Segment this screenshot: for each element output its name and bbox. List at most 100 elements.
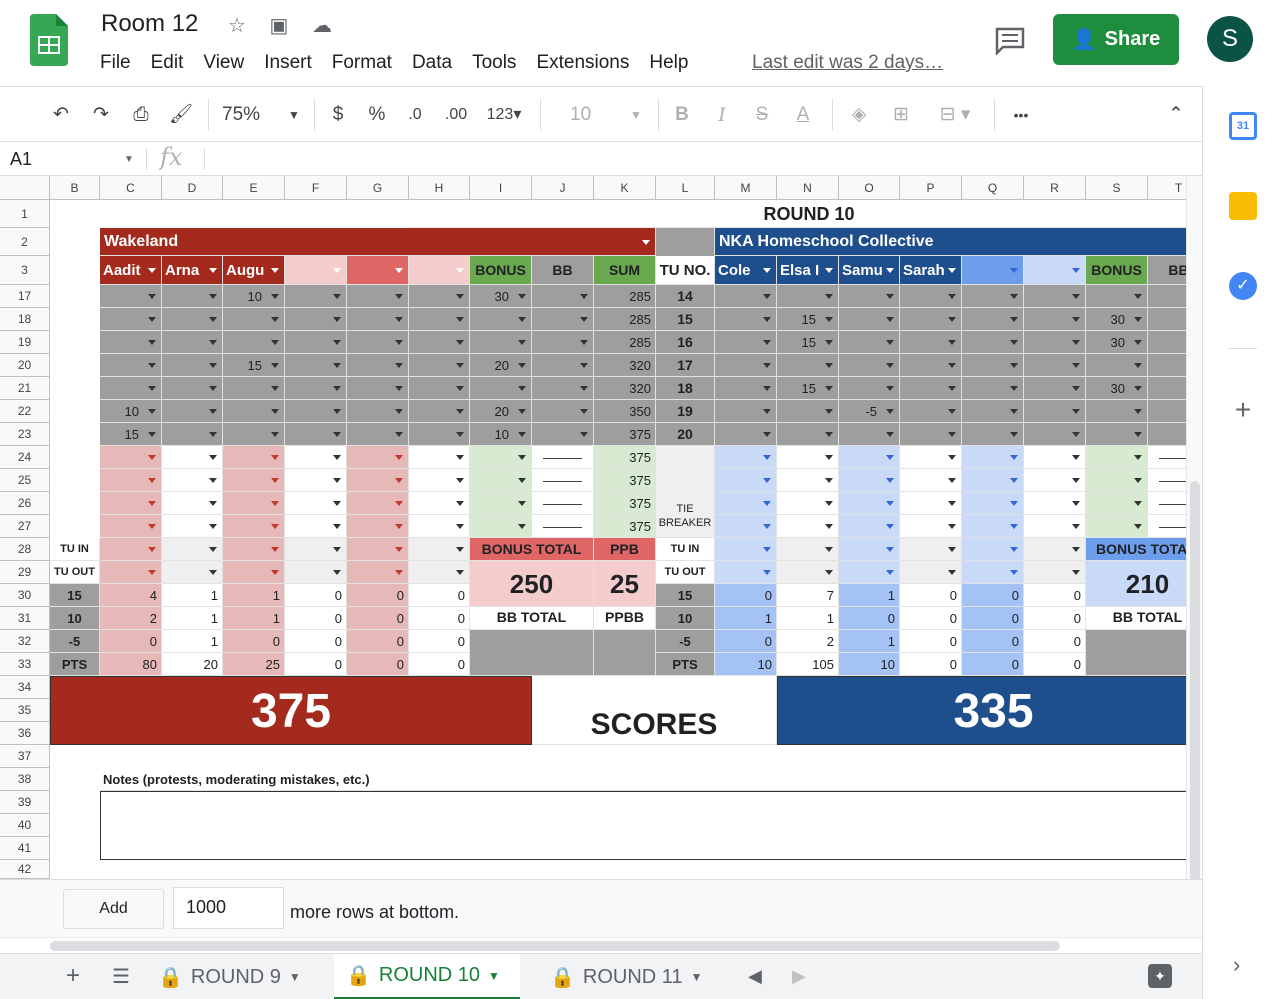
team2-tu-cell[interactable]: -5	[839, 400, 900, 423]
vertical-scrollbar[interactable]	[1186, 176, 1202, 886]
column-header[interactable]: K	[594, 176, 656, 200]
team2-tu-cell[interactable]	[715, 469, 777, 492]
team2-bb-cell[interactable]: ———	[1148, 515, 1186, 538]
team2-bb-cell[interactable]	[1148, 331, 1186, 354]
team2-tu-cell[interactable]	[777, 469, 839, 492]
team1-tu-cell[interactable]	[409, 492, 470, 515]
team1-tu-cell[interactable]	[347, 446, 409, 469]
team2-tu-cell[interactable]	[1024, 400, 1086, 423]
team2-tu-cell[interactable]: 15	[777, 331, 839, 354]
team1-stat-cell[interactable]: 20	[162, 653, 223, 676]
column-header[interactable]: T	[1148, 176, 1186, 200]
team1-tu-cell[interactable]	[347, 400, 409, 423]
add-rows-button[interactable]: Add	[63, 889, 164, 929]
team1-ppbb-label[interactable]: PPBB	[594, 607, 656, 630]
percent-format-button[interactable]: %	[366, 101, 388, 129]
team2-tu-in-label[interactable]: TU IN	[656, 538, 715, 561]
team2-player-5[interactable]	[962, 256, 1024, 285]
team2-bb-total-label[interactable]: BB TOTAL	[1086, 607, 1186, 630]
team1-ppb[interactable]: 25	[594, 561, 656, 607]
team1-tu-cell[interactable]	[223, 515, 285, 538]
team2-tu-cell[interactable]	[962, 285, 1024, 308]
column-header[interactable]: C	[100, 176, 162, 200]
team1-tu-cell[interactable]	[285, 423, 347, 446]
team1-bonus-cell[interactable]	[470, 515, 532, 538]
team1-tu-out-cell[interactable]	[162, 561, 223, 584]
team2-bonus-cell[interactable]	[1086, 400, 1148, 423]
team1-bonus-cell[interactable]	[470, 308, 532, 331]
team1-sum-cell[interactable]: 285	[594, 308, 656, 331]
team2-stat-cell[interactable]: 0	[900, 653, 962, 676]
team2-stat-cell[interactable]: 1	[839, 630, 900, 653]
team1-sum-cell[interactable]: 350	[594, 400, 656, 423]
team2-stat-cell[interactable]: 0	[839, 607, 900, 630]
team2-tu-cell[interactable]	[900, 446, 962, 469]
notes-box[interactable]	[100, 791, 1186, 860]
team2-tu-cell[interactable]	[839, 308, 900, 331]
team2-bb-cell[interactable]	[1148, 285, 1186, 308]
rows-count-input[interactable]: 1000	[173, 887, 284, 929]
team1-tu-cell[interactable]	[162, 423, 223, 446]
team1-sum-cell[interactable]: 320	[594, 377, 656, 400]
team1-tu-in-cell[interactable]	[162, 538, 223, 561]
team2-tu-cell[interactable]	[839, 423, 900, 446]
team2-bb-cell[interactable]	[1148, 423, 1186, 446]
team2-tu-in-cell[interactable]	[900, 538, 962, 561]
column-header[interactable]: P	[900, 176, 962, 200]
team1-tu-cell[interactable]	[409, 308, 470, 331]
tu-no-header[interactable]: TU NO.	[656, 256, 715, 285]
team2-tu-cell[interactable]	[962, 331, 1024, 354]
team1-tu-cell[interactable]	[100, 469, 162, 492]
team1-tu-cell[interactable]	[223, 331, 285, 354]
team2-tu-cell[interactable]: 15	[777, 308, 839, 331]
round-title[interactable]: ROUND 10	[409, 200, 1186, 228]
spreadsheet-grid[interactable]: B C D E F G H I J K L M N O P Q R S T 1 2 3 17 18 19 20 21 22 23 24 25…	[0, 176, 1186, 879]
team2-tu-cell[interactable]	[715, 354, 777, 377]
text-color-button[interactable]: A	[790, 101, 816, 129]
row-header[interactable]: 2	[0, 228, 50, 256]
team1-tu-cell[interactable]	[409, 377, 470, 400]
team2-tu-cell[interactable]	[1024, 423, 1086, 446]
column-header[interactable]: F	[285, 176, 347, 200]
team2-player-3[interactable]: Samu	[839, 256, 900, 285]
paint-format-icon[interactable]: 🖌	[168, 101, 194, 129]
team2-bonus-cell[interactable]	[1086, 515, 1148, 538]
team1-sum-cell[interactable]: 320	[594, 354, 656, 377]
team2-stat-label[interactable]: PTS	[656, 653, 715, 676]
borders-icon[interactable]: ⊞	[888, 101, 914, 129]
team2-tu-out-cell[interactable]	[777, 561, 839, 584]
team2-stat-cell[interactable]: 10	[715, 653, 777, 676]
team1-player-1[interactable]: Aadit	[100, 256, 162, 285]
name-box[interactable]: A1	[10, 149, 32, 170]
team2-tu-cell[interactable]	[962, 446, 1024, 469]
team1-stat-cell[interactable]: 0	[285, 607, 347, 630]
tu-number-cell[interactable]: 16	[656, 331, 715, 354]
team2-stat-cell[interactable]: 1	[839, 584, 900, 607]
team1-tu-out-cell[interactable]	[409, 561, 470, 584]
team2-name[interactable]: NKA Homeschool Collective	[715, 228, 1186, 256]
team2-tu-cell[interactable]	[962, 377, 1024, 400]
team1-tu-cell[interactable]	[162, 469, 223, 492]
team1-stat-cell[interactable]: 0	[409, 630, 470, 653]
team2-stat-cell[interactable]: 0	[900, 607, 962, 630]
team1-tu-cell[interactable]	[347, 492, 409, 515]
team1-tu-cell[interactable]	[162, 400, 223, 423]
share-button[interactable]: 👤 Share	[1053, 14, 1179, 65]
column-header[interactable]: L	[656, 176, 715, 200]
team2-tu-cell[interactable]	[839, 377, 900, 400]
column-header[interactable]: B	[50, 176, 100, 200]
undo-icon[interactable]: ↶	[48, 101, 74, 129]
team1-stat-label[interactable]: 10	[50, 607, 100, 630]
team2-tu-cell[interactable]	[900, 492, 962, 515]
team1-stat-cell[interactable]: 2	[100, 607, 162, 630]
team2-tu-cell[interactable]	[777, 400, 839, 423]
team2-tu-cell[interactable]	[839, 354, 900, 377]
team1-sum-cell[interactable]: 375	[594, 446, 656, 469]
team2-bonus-cell[interactable]	[1086, 446, 1148, 469]
team1-tu-cell[interactable]	[347, 354, 409, 377]
team1-name[interactable]: Wakeland	[100, 228, 656, 256]
document-title[interactable]: Room 12	[101, 10, 198, 38]
team1-tu-out-cell[interactable]	[285, 561, 347, 584]
team2-stat-cell[interactable]: 0	[1024, 653, 1086, 676]
team2-stat-cell[interactable]: 0	[1024, 584, 1086, 607]
